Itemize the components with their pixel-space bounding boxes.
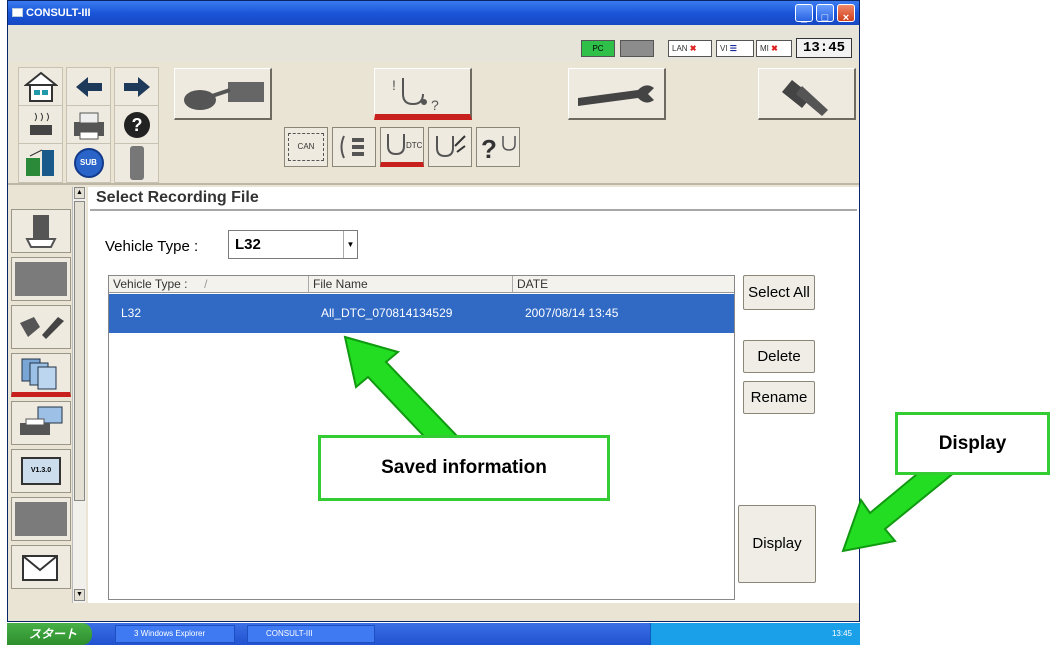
saved-information-callout: Saved information [318,435,610,501]
display-callout: Display [895,412,1050,475]
screenshot-stage: CONSULT-III _ □ × PC LAN ✖ VI ☰ MI ✖ 13:… [0,0,1057,645]
annotation-overlay [343,335,957,553]
saved-info-arrow-icon [343,335,458,453]
